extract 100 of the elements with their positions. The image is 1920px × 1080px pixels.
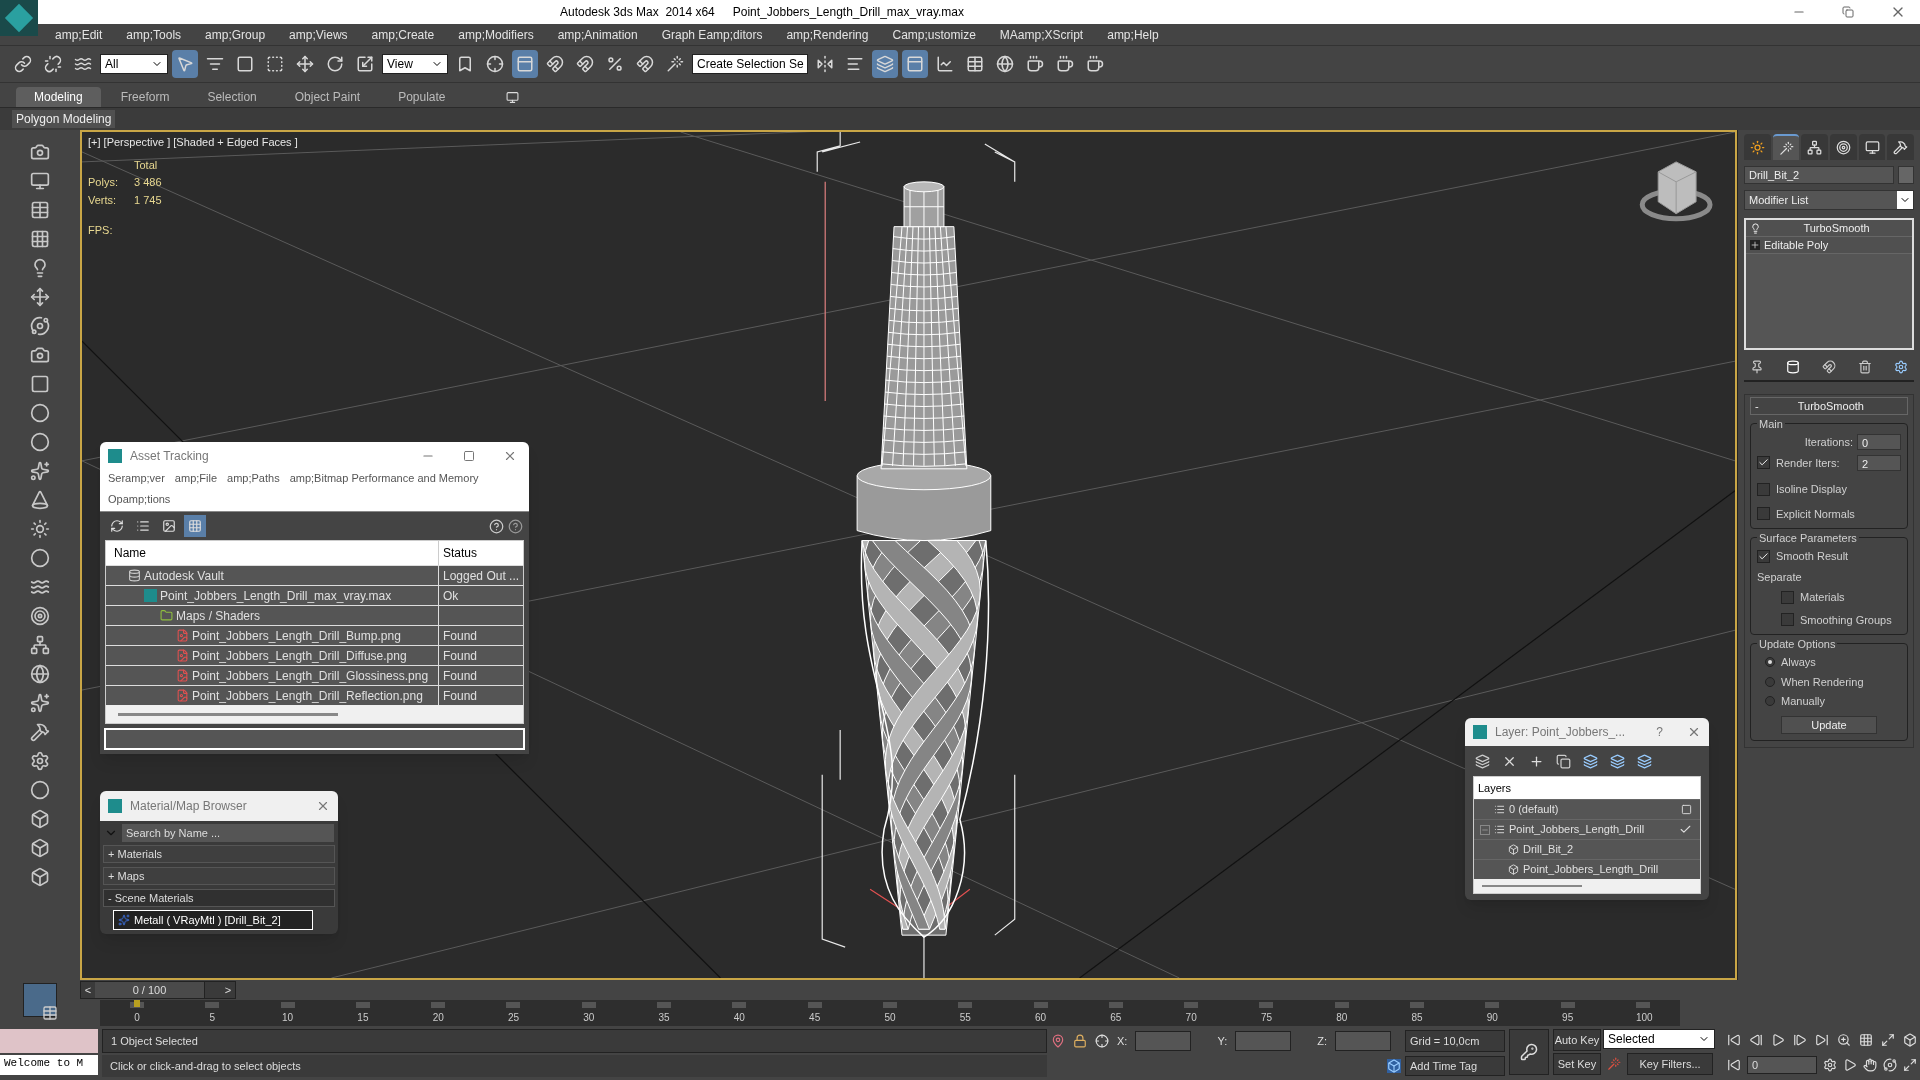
command-tool-icon[interactable] bbox=[30, 577, 50, 597]
current-layer-check-icon[interactable] bbox=[1679, 823, 1692, 836]
checkbox[interactable] bbox=[1781, 613, 1794, 627]
radio-button[interactable] bbox=[1765, 657, 1775, 668]
time-configuration-icon[interactable] bbox=[1823, 1058, 1837, 1072]
asset-name[interactable]: Point_Jobbers_Length_Drill_Reflection.png bbox=[192, 686, 423, 705]
menu-item[interactable]: amp;Paths bbox=[227, 470, 280, 487]
layers-icon[interactable] bbox=[1475, 753, 1490, 769]
ribbon-tab[interactable]: Populate bbox=[380, 87, 464, 107]
maximize-viewport-icon[interactable] bbox=[1903, 1058, 1917, 1072]
zoom-extents-icon[interactable] bbox=[1881, 1033, 1895, 1047]
table-view-icon[interactable] bbox=[184, 515, 206, 537]
zoom-icon[interactable] bbox=[1837, 1033, 1851, 1047]
command-tool-icon[interactable] bbox=[30, 548, 50, 568]
material-item[interactable]: Metall ( VRayMtl ) [Drill_Bit_2] bbox=[113, 910, 313, 930]
key-filters-button[interactable]: Key Filters... bbox=[1627, 1053, 1713, 1075]
add-icon[interactable] bbox=[1529, 753, 1544, 769]
menu-item[interactable]: amp;Group bbox=[205, 25, 266, 44]
command-tool-icon[interactable] bbox=[30, 171, 50, 191]
command-tool-icon[interactable] bbox=[30, 635, 50, 655]
render-iters-spinner[interactable]: 2 bbox=[1857, 454, 1901, 471]
z-coordinate-field[interactable] bbox=[1335, 1031, 1391, 1051]
iterations-spinner[interactable]: 0 bbox=[1857, 434, 1901, 451]
next-frame-icon[interactable] bbox=[1793, 1033, 1807, 1047]
expand-icon[interactable] bbox=[1750, 240, 1760, 250]
text-field[interactable] bbox=[104, 728, 525, 750]
previous-frame-button[interactable]: < bbox=[81, 982, 95, 998]
menu-item[interactable]: amp;Bitmap Performance and Memory bbox=[289, 470, 479, 487]
group-header[interactable]: + Materials bbox=[103, 845, 335, 863]
checkbox[interactable] bbox=[1757, 507, 1770, 521]
checkbox[interactable] bbox=[1757, 456, 1770, 470]
menu-item[interactable]: amp;File bbox=[174, 470, 218, 487]
close-icon[interactable] bbox=[1687, 725, 1701, 739]
update-button[interactable]: Update bbox=[1781, 715, 1877, 734]
close-icon[interactable] bbox=[503, 449, 517, 463]
close-icon[interactable] bbox=[316, 799, 330, 813]
command-tool-icon[interactable] bbox=[30, 345, 50, 365]
play-icon[interactable] bbox=[1771, 1033, 1785, 1047]
x-coordinate-field[interactable] bbox=[1135, 1031, 1192, 1051]
asset-name[interactable]: Point_Jobbers_Length_Drill_Bump.png bbox=[192, 626, 401, 645]
command-tool-icon[interactable] bbox=[30, 867, 50, 887]
lock-icon[interactable] bbox=[1073, 1034, 1087, 1048]
remove-modifier-icon[interactable] bbox=[1858, 360, 1872, 374]
command-tool-icon[interactable] bbox=[30, 722, 50, 742]
asset-name[interactable]: Maps / Shaders bbox=[176, 606, 261, 625]
next-frame-button[interactable]: > bbox=[221, 982, 235, 998]
command-tool-icon[interactable] bbox=[30, 374, 50, 394]
y-coordinate-field[interactable] bbox=[1235, 1031, 1292, 1051]
previous-frame-icon[interactable] bbox=[1749, 1033, 1763, 1047]
column-header[interactable]: Status bbox=[439, 541, 523, 565]
layer-name[interactable]: Point_Jobbers_Length_Drill bbox=[1509, 821, 1679, 838]
select-icon[interactable] bbox=[172, 50, 198, 78]
command-tool-icon[interactable] bbox=[30, 287, 50, 307]
command-tool-icon[interactable] bbox=[30, 664, 50, 684]
layers-icon[interactable] bbox=[1637, 753, 1652, 769]
menu-item[interactable]: amp;Create bbox=[371, 25, 435, 44]
group-header[interactable]: + Maps bbox=[103, 867, 335, 885]
asset-name[interactable]: Point_Jobbers_Length_Drill_Glossiness.png bbox=[192, 666, 429, 685]
configure-icon[interactable] bbox=[1894, 360, 1908, 374]
maximize-icon[interactable] bbox=[463, 450, 475, 462]
command-tool-icon[interactable] bbox=[30, 519, 50, 539]
perspective-viewport[interactable] bbox=[80, 130, 1737, 980]
layer-name[interactable]: Drill_Bit_2 bbox=[1523, 841, 1700, 858]
view-cube-icon[interactable] bbox=[1639, 161, 1713, 222]
object-color-swatch[interactable] bbox=[1898, 166, 1914, 184]
pin-icon[interactable] bbox=[1750, 360, 1764, 374]
command-tool-icon[interactable] bbox=[30, 490, 50, 510]
mini-curve-editor-button[interactable] bbox=[23, 983, 57, 1017]
go-to-start-icon[interactable] bbox=[1727, 1033, 1741, 1047]
object-name-field[interactable]: Drill_Bit_2 bbox=[1744, 166, 1894, 184]
ribbon-tab[interactable]: Freeform bbox=[102, 87, 188, 107]
menu-item[interactable]: amp;Tools bbox=[126, 25, 182, 44]
checkbox[interactable] bbox=[1781, 590, 1794, 604]
auto-key-button[interactable]: Auto Key bbox=[1553, 1029, 1601, 1051]
ribbon-options-icon[interactable] bbox=[505, 91, 519, 104]
display-icon[interactable] bbox=[1858, 134, 1886, 160]
command-tool-icon[interactable] bbox=[30, 751, 50, 771]
current-frame-marker[interactable] bbox=[134, 1000, 140, 1007]
layers-icon[interactable] bbox=[1610, 753, 1625, 769]
menu-item[interactable]: amp;Help bbox=[1107, 25, 1159, 44]
horizontal-scrollbar[interactable] bbox=[118, 712, 338, 716]
modifier-list-dropdown[interactable]: Modifier List bbox=[1744, 190, 1914, 210]
layer-name[interactable]: Point_Jobbers_Length_Drill bbox=[1523, 861, 1700, 878]
help-icon[interactable] bbox=[489, 518, 504, 534]
column-header[interactable]: Layers bbox=[1478, 779, 1512, 797]
current-frame-field[interactable]: 0 bbox=[1747, 1056, 1817, 1074]
lightbulb-icon[interactable] bbox=[1750, 222, 1761, 234]
radio-button[interactable] bbox=[1765, 676, 1775, 687]
command-tool-icon[interactable] bbox=[30, 432, 50, 452]
checkbox[interactable] bbox=[1757, 549, 1770, 563]
command-tool-icon[interactable] bbox=[30, 142, 50, 162]
hammer-icon[interactable] bbox=[1887, 134, 1915, 160]
app-logo-icon[interactable] bbox=[0, 0, 38, 36]
command-tool-icon[interactable] bbox=[30, 780, 50, 800]
ribbon-tab[interactable]: Modeling bbox=[16, 87, 101, 107]
layers-icon[interactable] bbox=[1583, 753, 1598, 769]
maxscript-listener-field[interactable] bbox=[0, 1029, 98, 1053]
set-keys-button[interactable] bbox=[1509, 1029, 1549, 1075]
orbit-icon[interactable] bbox=[1883, 1058, 1897, 1072]
asset-name[interactable]: Autodesk Vault bbox=[144, 566, 224, 585]
